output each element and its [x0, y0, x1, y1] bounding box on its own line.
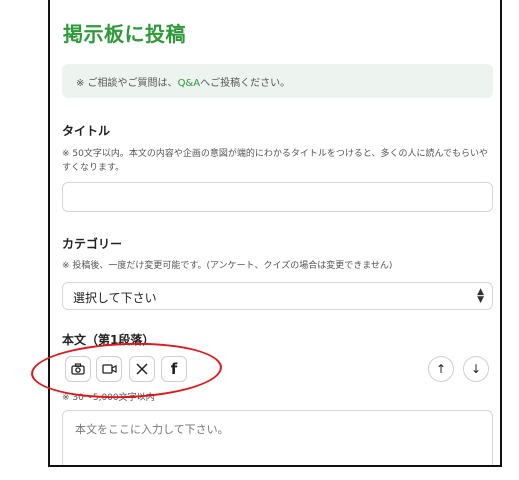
qa-link[interactable]: Q&A: [178, 78, 201, 89]
notice-suffix: へご投稿ください。: [200, 78, 291, 89]
select-chevron-icon: ▲ ▼: [477, 287, 484, 305]
title-input[interactable]: [62, 182, 493, 212]
category-select[interactable]: 選択して下さい ▲ ▼: [62, 282, 493, 310]
move-down-button[interactable]: ↓: [463, 356, 489, 382]
camera-button[interactable]: [65, 356, 91, 382]
x-share-button[interactable]: [129, 356, 155, 382]
page-title: 掲示板に投稿: [63, 22, 186, 46]
notice-prefix: ※ ご相談やご質問は、: [76, 78, 178, 89]
facebook-icon: f: [170, 360, 178, 378]
move-up-button[interactable]: ↑: [428, 356, 454, 382]
x-icon: [136, 363, 148, 375]
body-placeholder: 本文をここに入力して下さい。: [75, 423, 229, 436]
facebook-share-button[interactable]: f: [161, 356, 187, 382]
body-label: 本文（第1段落）: [62, 333, 155, 347]
category-help-text: ※ 投稿後、一度だけ変更可能です。(アンケート、クイズの場合は変更できません): [62, 261, 393, 271]
arrow-up-icon: ↑: [435, 362, 447, 376]
title-help-text: ※ 50文字以内。本文の内容や企画の意図が端的にわかるタイトルをつけると、多くの…: [62, 149, 489, 173]
video-button[interactable]: [96, 356, 122, 382]
title-label: タイトル: [62, 124, 111, 138]
body-textarea[interactable]: 本文をここに入力して下さい。: [62, 410, 493, 465]
post-form-frame: 掲示板に投稿 ※ ご相談やご質問は、Q&Aへご投稿ください。 タイトル ※ 50…: [48, 0, 502, 467]
camera-icon: [71, 363, 85, 375]
arrow-down-icon: ↓: [470, 362, 482, 376]
video-icon: [101, 364, 117, 374]
body-help-text: ※ 30〜5,000文字以内: [62, 393, 155, 403]
notice-box: ※ ご相談やご質問は、Q&Aへご投稿ください。: [62, 64, 493, 98]
category-label: カテゴリー: [62, 237, 123, 251]
category-selected-value: 選択して下さい: [73, 291, 157, 305]
